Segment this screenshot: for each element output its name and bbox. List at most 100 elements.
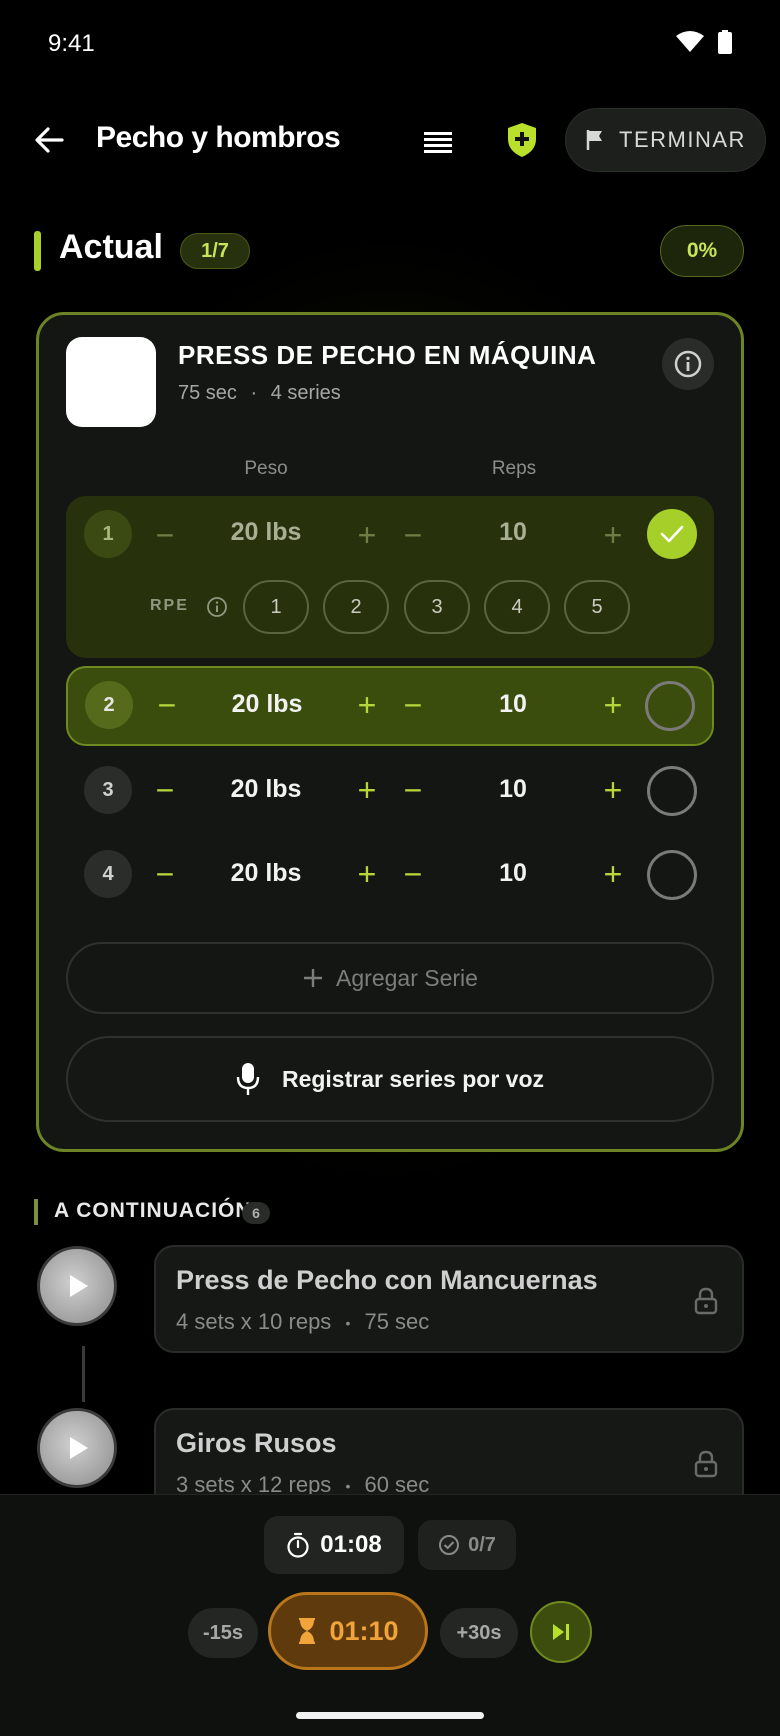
- meta-separator: •: [345, 1315, 351, 1332]
- hourglass-icon: [299, 1618, 316, 1644]
- play-icon: [70, 1437, 88, 1459]
- rpe-info-icon[interactable]: [206, 596, 228, 618]
- reps-decrease-button[interactable]: −: [398, 774, 428, 806]
- reps-decrease-button[interactable]: −: [398, 519, 428, 551]
- status-time: 9:41: [48, 30, 95, 57]
- weight-decrease-button[interactable]: −: [150, 774, 180, 806]
- set-weight[interactable]: 20 lbs: [196, 775, 336, 804]
- exercise-video-thumbnail[interactable]: [37, 1408, 117, 1488]
- next-exercise-meta: 4 sets x 10 reps • 75 sec: [176, 1309, 429, 1335]
- minus-15s-button[interactable]: -15s: [188, 1608, 258, 1658]
- wifi-icon: [676, 31, 704, 52]
- skip-next-button[interactable]: [530, 1601, 592, 1663]
- percent-badge: 0%: [660, 225, 744, 277]
- set-weight[interactable]: 20 lbs: [197, 690, 337, 719]
- set-number: 1: [84, 510, 132, 558]
- exercise-thumbnail: [66, 337, 156, 427]
- rest-timer-button[interactable]: 01:10: [268, 1592, 428, 1670]
- status-icons: [676, 30, 732, 54]
- weight-increase-button[interactable]: +: [352, 774, 382, 806]
- rpe-option[interactable]: 4: [484, 580, 550, 634]
- reps-increase-button[interactable]: +: [598, 689, 628, 721]
- set-reps[interactable]: 10: [443, 690, 583, 719]
- set-complete-checkbox[interactable]: [647, 850, 697, 900]
- weight-increase-button[interactable]: +: [352, 689, 382, 721]
- weight-decrease-button[interactable]: −: [150, 858, 180, 890]
- stopwatch-icon: [287, 1532, 309, 1558]
- set-complete-checkbox[interactable]: [647, 766, 697, 816]
- rpe-option[interactable]: 5: [564, 580, 630, 634]
- set-reps[interactable]: 10: [443, 775, 583, 804]
- plus-icon: [304, 969, 323, 987]
- next-exercise-card[interactable]: Press de Pecho con Mancuernas 4 sets x 1…: [154, 1245, 744, 1353]
- list-icon[interactable]: [420, 124, 456, 160]
- reps-decrease-button[interactable]: −: [398, 689, 428, 721]
- shield-plus-icon[interactable]: [506, 122, 538, 158]
- reps-increase-button[interactable]: +: [598, 774, 628, 806]
- set-number: 4: [84, 850, 132, 898]
- elapsed-time: 01:08: [320, 1531, 382, 1558]
- set-reps[interactable]: 10: [443, 859, 583, 888]
- reps-increase-button[interactable]: +: [598, 858, 628, 890]
- finish-label: TERMINAR: [619, 127, 746, 152]
- exercise-meta: 75 sec · 4 series: [178, 382, 341, 405]
- exercise-name: PRESS DE PECHO EN MÁQUINA: [178, 340, 597, 370]
- exercise-video-thumbnail[interactable]: [37, 1246, 117, 1326]
- lock-icon: [694, 1287, 718, 1315]
- workout-title: Pecho y hombros: [96, 121, 341, 154]
- current-section-title: Actual: [59, 228, 163, 266]
- finish-workout-button[interactable]: TERMINAR: [565, 108, 766, 172]
- next-count-badge: 6: [242, 1202, 270, 1224]
- home-indicator[interactable]: [296, 1712, 484, 1719]
- rpe-option[interactable]: 1: [243, 580, 309, 634]
- plus-30s-button[interactable]: +30s: [440, 1608, 518, 1658]
- flag-icon: [586, 130, 603, 150]
- next-accent-bar: [34, 1199, 38, 1225]
- reps-decrease-button[interactable]: −: [398, 858, 428, 890]
- section-accent-bar: [34, 231, 41, 271]
- elapsed-timer: 01:08: [264, 1516, 404, 1574]
- weight-decrease-button[interactable]: −: [152, 689, 182, 721]
- weight-increase-button[interactable]: +: [352, 519, 382, 551]
- set-weight[interactable]: 20 lbs: [196, 859, 336, 888]
- meta-separator: ·: [250, 382, 258, 404]
- meta-separator: •: [345, 1478, 351, 1495]
- battery-icon: [718, 30, 732, 54]
- weight-increase-button[interactable]: +: [352, 858, 382, 890]
- back-arrow-icon[interactable]: [30, 120, 70, 160]
- set-complete-checkbox[interactable]: [645, 681, 695, 731]
- check-circle-icon: [439, 1535, 460, 1555]
- reps-column-header: Reps: [491, 458, 537, 479]
- next-section-title: A CONTINUACIÓN: [54, 1199, 252, 1222]
- reps-increase-button[interactable]: +: [598, 519, 628, 551]
- add-set-button[interactable]: Agregar Serie: [66, 942, 714, 1014]
- set-reps[interactable]: 10: [443, 518, 583, 547]
- skip-next-icon: [553, 1624, 569, 1640]
- set-weight[interactable]: 20 lbs: [196, 518, 336, 547]
- sets-completed: 0/7: [468, 1533, 496, 1556]
- info-button[interactable]: [662, 338, 714, 390]
- next-exercise-sets: 4 sets x 10 reps: [176, 1309, 332, 1334]
- rpe-label: RPE: [150, 597, 189, 614]
- info-icon: [674, 350, 702, 378]
- microphone-icon: [236, 1063, 260, 1095]
- exercise-series: 4 series: [270, 382, 341, 404]
- weight-column-header: Peso: [244, 458, 288, 479]
- play-icon: [70, 1275, 88, 1297]
- voice-log-button[interactable]: Registrar series por voz: [66, 1036, 714, 1122]
- rpe-option[interactable]: 2: [323, 580, 389, 634]
- add-set-label: Agregar Serie: [336, 964, 478, 991]
- lock-icon: [694, 1450, 718, 1478]
- rpe-option[interactable]: 3: [404, 580, 470, 634]
- next-exercise-name: Press de Pecho con Mancuernas: [176, 1265, 598, 1295]
- sets-completed-counter: 0/7: [418, 1520, 516, 1570]
- set-complete-checkbox[interactable]: [647, 509, 697, 559]
- rest-time: 01:10: [329, 1615, 399, 1646]
- check-icon: [660, 525, 684, 543]
- exercise-progress-badge: 1/7: [180, 233, 250, 269]
- weight-decrease-button[interactable]: −: [150, 519, 180, 551]
- exercise-rest: 75 sec: [178, 382, 237, 404]
- next-exercise-rest: 75 sec: [364, 1309, 430, 1334]
- voice-log-label: Registrar series por voz: [281, 1065, 545, 1092]
- next-exercise-name: Giros Rusos: [176, 1428, 337, 1458]
